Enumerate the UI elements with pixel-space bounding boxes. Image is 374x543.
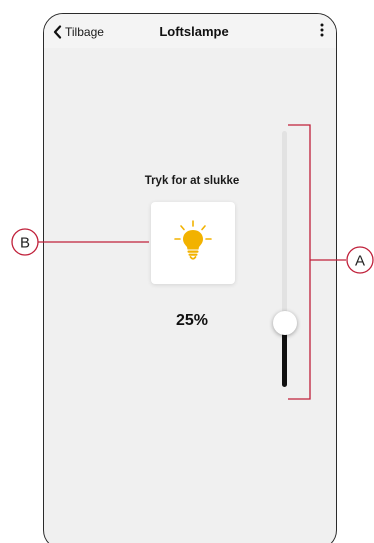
lamp-toggle-button[interactable] (151, 202, 235, 284)
back-label: Tilbage (65, 25, 104, 39)
back-button[interactable]: Tilbage (53, 22, 104, 42)
chevron-left-icon (53, 25, 62, 39)
brightness-slider[interactable] (273, 131, 297, 387)
screen: Tilbage Loftslampe Tryk for at slukke 25… (0, 0, 374, 543)
toggle-hint: Tryk for at slukke (144, 175, 240, 187)
page-title: Loftslampe (159, 24, 229, 39)
kebab-menu-icon (320, 23, 324, 42)
top-bar: Tilbage Loftslampe (44, 14, 336, 48)
light-bulb-icon (172, 219, 214, 268)
phone-frame: Tilbage Loftslampe Tryk for at slukke 25… (43, 13, 337, 543)
callout-a-label: A (355, 253, 365, 270)
callout-b-label: B (20, 235, 30, 252)
more-menu-button[interactable] (316, 23, 328, 41)
slider-thumb[interactable] (273, 311, 297, 335)
brightness-level: 25% (175, 312, 209, 329)
